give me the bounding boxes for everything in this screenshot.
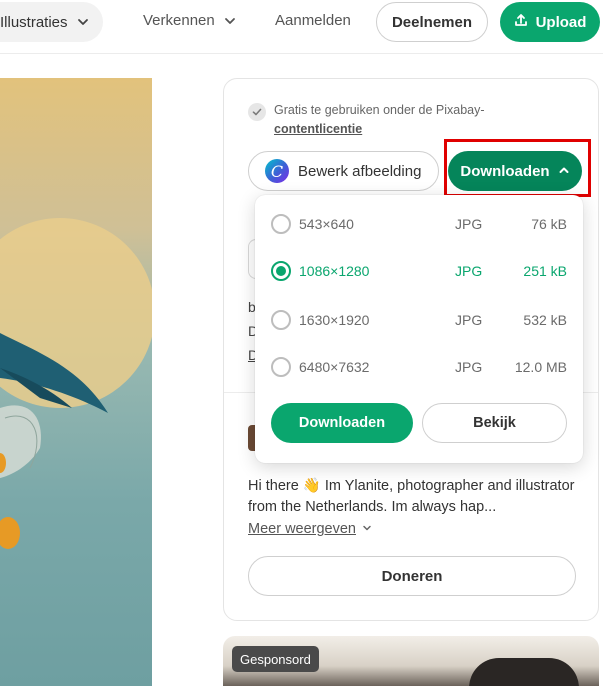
dropdown-download-button[interactable]: Downloaden — [271, 403, 413, 443]
option-format: JPG — [455, 216, 483, 232]
show-more-label: Meer weergeven — [248, 521, 356, 537]
upload-button[interactable]: Upload — [500, 2, 600, 42]
option-size: 251 kB — [523, 263, 567, 279]
download-button-highlight — [444, 139, 591, 197]
radio-button[interactable] — [271, 261, 291, 281]
option-size: 12.0 MB — [514, 359, 567, 375]
login-link[interactable]: Aanmelden — [275, 12, 351, 29]
chevron-down-icon — [362, 521, 372, 537]
radio-button[interactable] — [271, 310, 291, 330]
show-more-link[interactable]: Meer weergeven — [248, 521, 372, 537]
option-size: 532 kB — [523, 312, 567, 328]
option-resolution: 543×640 — [299, 216, 354, 232]
upload-label: Upload — [535, 13, 587, 31]
top-navigation: Illustraties Verkennen Aanmelden Deelnem… — [0, 0, 603, 54]
donate-button[interactable]: Doneren — [248, 556, 576, 596]
edit-image-button[interactable]: C Bewerk afbeelding — [248, 151, 439, 191]
media-type-dropdown[interactable]: Illustraties — [0, 2, 103, 42]
download-option-543x640[interactable]: 543×640 JPG 76 kB — [255, 209, 583, 239]
main-illustration[interactable] — [0, 78, 152, 686]
option-format: JPG — [455, 263, 483, 279]
chevron-down-icon — [76, 15, 90, 29]
option-format: JPG — [455, 312, 483, 328]
download-option-1086x1280[interactable]: 1086×1280 JPG 251 kB — [255, 256, 583, 286]
license-text: Gratis te gebruiken onder de Pixabay- — [274, 103, 485, 117]
option-format: JPG — [455, 359, 483, 375]
sponsored-badge: Gesponsord — [232, 646, 319, 672]
join-button[interactable]: Deelnemen — [376, 2, 488, 42]
explore-menu[interactable]: Verkennen — [143, 12, 237, 29]
check-icon — [248, 103, 266, 121]
download-option-6480x7632[interactable]: 6480×7632 JPG 12.0 MB — [255, 352, 583, 382]
license-notice: Gratis te gebruiken onder de Pixabay- co… — [248, 101, 578, 139]
author-bio: Hi there 👋 Im Ylanite, photographer and … — [248, 478, 575, 515]
chevron-down-icon — [223, 14, 237, 28]
download-option-1630x1920[interactable]: 1630×1920 JPG 532 kB — [255, 305, 583, 335]
license-link[interactable]: contentlicentie — [274, 122, 362, 136]
option-resolution: 1630×1920 — [299, 312, 370, 328]
download-options-dropdown: 543×640 JPG 76 kB 1086×1280 JPG 251 kB 1… — [255, 195, 583, 463]
view-button[interactable]: Bekijk — [422, 403, 567, 443]
option-resolution: 1086×1280 — [299, 263, 370, 279]
media-type-label: Illustraties — [0, 13, 68, 31]
radio-button[interactable] — [271, 214, 291, 234]
upload-icon — [514, 13, 528, 31]
option-size: 76 kB — [531, 216, 567, 232]
edit-image-label: Bewerk afbeelding — [298, 162, 422, 180]
canva-logo-icon: C — [265, 159, 289, 183]
option-resolution: 6480×7632 — [299, 359, 370, 375]
radio-button[interactable] — [271, 357, 291, 377]
explore-label: Verkennen — [143, 12, 215, 29]
